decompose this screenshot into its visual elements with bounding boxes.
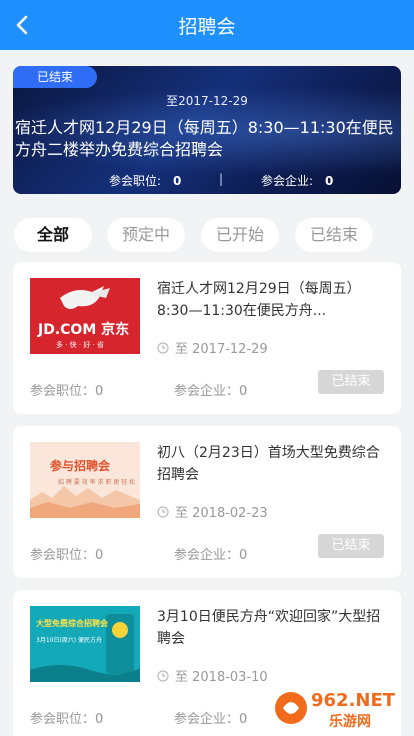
jd-logo-icon: JD.COM 京东 多 · 快 · 好 · 省 <box>37 286 129 349</box>
banner-separator: | <box>219 172 224 186</box>
banner-stats: 参会职位: 0 | 参会企业: 0 <box>13 172 401 188</box>
event-thumbnail-fair: 参与招聘会 招 聘 要 效 率 求 职 更 轻 松 <box>30 442 140 518</box>
tab-ended[interactable]: 已结束 <box>295 218 373 252</box>
tab-booking[interactable]: 预定中 <box>107 218 185 252</box>
clock-icon <box>157 506 169 518</box>
status-badge[interactable]: 已结束 <box>318 370 384 394</box>
svg-text:962.NET: 962.NET <box>311 690 396 711</box>
status-badge[interactable]: 已结束 <box>318 534 384 558</box>
svg-text:招 聘 要 效 率 求 职 更 轻 松: 招 聘 要 效 率 求 职 更 轻 松 <box>58 478 135 486</box>
event-companies: 参会企业：0 <box>174 384 248 399</box>
clock-icon <box>157 342 169 354</box>
event-card[interactable]: JD.COM 京东 多 · 快 · 好 · 省 宿迁人才网12月29日（每周五）… <box>13 262 401 414</box>
top-bar: 招聘会 <box>0 0 414 50</box>
event-card[interactable]: 参与招聘会 招 聘 要 效 率 求 职 更 轻 松 初八（2月23日）首场大型免… <box>13 426 401 578</box>
svg-text:JD.COM 京东: JD.COM 京东 <box>37 321 129 338</box>
banner-positions: 参会职位: 0 <box>109 174 182 188</box>
event-title: 3月10日便民方舟“欢迎回家”大型招聘会 <box>157 609 381 647</box>
event-positions: 参会职位：0 <box>30 548 104 563</box>
event-companies: 参会企业：0 <box>174 548 248 563</box>
svg-text:3月10日(周六) 便民方舟: 3月10日(周六) 便民方舟 <box>36 636 102 644</box>
clock-icon <box>157 670 169 682</box>
banner-companies: 参会企业: 0 <box>261 174 334 188</box>
banner-status-badge: 已结束 <box>13 66 97 88</box>
banner-date: 至2017-12-29 <box>166 94 248 108</box>
filter-tabs: 全部 预定中 已开始 已结束 <box>0 218 414 252</box>
event-thumbnail-jd: JD.COM 京东 多 · 快 · 好 · 省 <box>30 278 140 354</box>
homecoming-poster-icon: 大型免费综合招聘会 3月10日(周六) 便民方舟 <box>30 606 140 682</box>
event-date: 至 2018-03-10 <box>157 666 268 685</box>
event-title: 宿迁人才网12月29日（每周五）8:30—11:30在便民方舟... <box>157 281 361 319</box>
tab-all[interactable]: 全部 <box>14 218 92 252</box>
svg-text:大型免费综合招聘会: 大型免费综合招聘会 <box>36 618 108 628</box>
site-watermark-logo: 962.NET 乐游网 <box>275 690 396 730</box>
event-date: 至 2018-02-23 <box>157 502 268 521</box>
tab-started[interactable]: 已开始 <box>201 218 279 252</box>
banner-title: 宿迁人才网12月29日（每周五）8:30—11:30在便民方舟二楼举办免费综合招… <box>15 118 394 159</box>
event-title: 初八（2月23日）首场大型免费综合招聘会 <box>157 445 380 483</box>
svg-text:多 · 快 · 好 · 省: 多 · 快 · 好 · 省 <box>56 340 104 349</box>
fair-poster-icon: 参与招聘会 招 聘 要 效 率 求 职 更 轻 松 <box>30 442 140 518</box>
event-positions: 参会职位：0 <box>30 712 104 727</box>
svg-text:乐游网: 乐游网 <box>329 713 371 730</box>
event-companies: 参会企业：0 <box>174 712 248 727</box>
page-title: 招聘会 <box>178 16 236 38</box>
featured-banner[interactable]: 已结束 至2017-12-29 宿迁人才网12月29日（每周五）8:30—11:… <box>13 66 401 194</box>
event-thumbnail-homecoming: 大型免费综合招聘会 3月10日(周六) 便民方舟 <box>30 606 140 682</box>
event-positions: 参会职位：0 <box>30 384 104 399</box>
svg-text:参与招聘会: 参与招聘会 <box>50 458 111 473</box>
event-date: 至 2017-12-29 <box>157 338 268 357</box>
